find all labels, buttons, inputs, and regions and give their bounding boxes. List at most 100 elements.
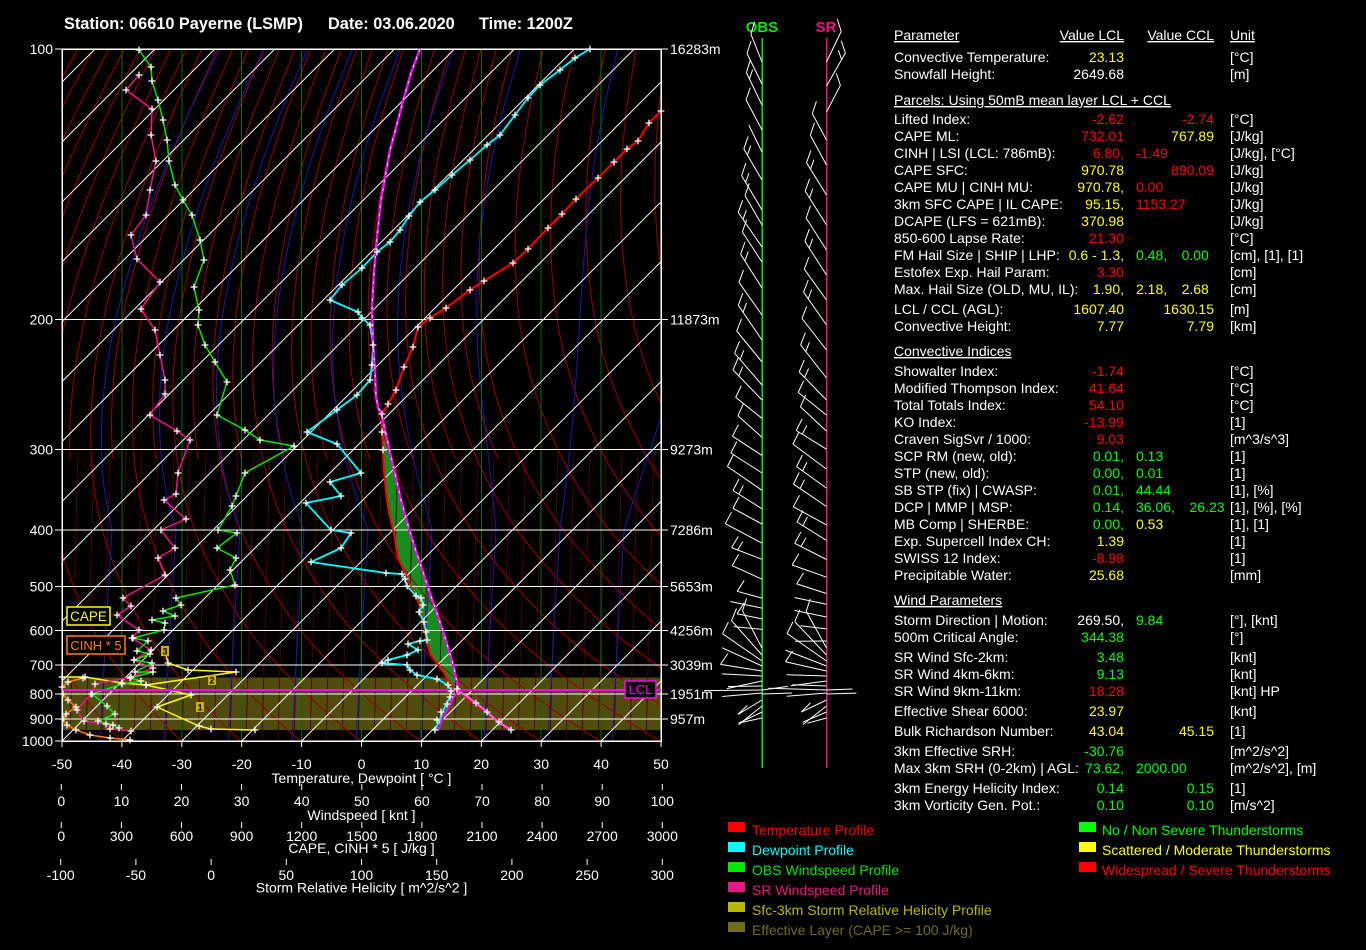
- svg-text:Modified Thompson Index:: Modified Thompson Index:: [894, 380, 1059, 396]
- svg-text:3.30: 3.30: [1097, 264, 1124, 280]
- svg-text:KO Index:: KO Index:: [894, 414, 956, 430]
- svg-text:[J/kg]: [J/kg]: [1230, 128, 1263, 144]
- svg-text:[knt]: [knt]: [1230, 703, 1256, 719]
- svg-text:Convective Temperature:: Convective Temperature:: [894, 49, 1049, 65]
- svg-text:1.90,: 1.90,: [1093, 281, 1124, 297]
- svg-text:500: 500: [30, 579, 54, 595]
- svg-text:[knt]: [knt]: [1230, 649, 1256, 665]
- svg-text:SR: SR: [816, 19, 837, 36]
- svg-text:0.6 - 1.3,: 0.6 - 1.3,: [1069, 247, 1124, 263]
- svg-text:[1]: [1]: [1230, 465, 1246, 481]
- svg-text:CAPE MU | CINH MU:: CAPE MU | CINH MU:: [894, 179, 1033, 195]
- svg-text:3039m: 3039m: [670, 657, 713, 673]
- svg-text:[°C]: [°C]: [1230, 230, 1254, 246]
- svg-text:Convective Height:: Convective Height:: [894, 318, 1012, 334]
- svg-text:Max. Hail Size (OLD, MU, IL):: Max. Hail Size (OLD, MU, IL):: [894, 281, 1078, 297]
- svg-text:0: 0: [207, 867, 215, 883]
- svg-text:Temperature, Dewpoint [ °C ]: Temperature, Dewpoint [ °C ]: [272, 770, 452, 786]
- svg-text:344.38: 344.38: [1081, 629, 1124, 645]
- svg-text:[J/kg]: [J/kg]: [1230, 196, 1263, 212]
- svg-text:SR Windspeed Profile: SR Windspeed Profile: [752, 882, 889, 898]
- svg-text:Storm Direction | Motion:: Storm Direction | Motion:: [894, 612, 1048, 628]
- svg-text:CINH | LSI (LCL: 786mB):: CINH | LSI (LCL: 786mB):: [894, 145, 1056, 161]
- svg-text:Precipitable Water:: Precipitable Water:: [894, 567, 1012, 583]
- svg-text:45.15: 45.15: [1179, 723, 1214, 739]
- svg-text:4256m: 4256m: [670, 623, 713, 639]
- svg-text:36.06,: 36.06,: [1136, 499, 1175, 515]
- svg-text:[1]: [1]: [1230, 723, 1246, 739]
- svg-text:[°C]: [°C]: [1230, 49, 1254, 65]
- svg-text:1607.40: 1607.40: [1073, 301, 1124, 317]
- svg-text:MB Comp | SHERBE:: MB Comp | SHERBE:: [894, 516, 1029, 532]
- svg-text:Scattered / Moderate Thunderst: Scattered / Moderate Thunderstorms: [1102, 842, 1331, 858]
- svg-text:Unit: Unit: [1230, 27, 1255, 43]
- svg-text:-1.74: -1.74: [1092, 363, 1124, 379]
- svg-text:[1], [%]: [1], [%]: [1230, 482, 1274, 498]
- svg-text:[J/kg]: [J/kg]: [1230, 179, 1263, 195]
- svg-text:50: 50: [653, 756, 669, 772]
- svg-text:80: 80: [534, 793, 550, 809]
- svg-text:732.01: 732.01: [1081, 128, 1124, 144]
- svg-text:-1.49: -1.49: [1136, 145, 1168, 161]
- svg-text:Effective Layer (CAPE >= 100 J: Effective Layer (CAPE >= 100 J/kg): [752, 922, 973, 938]
- svg-text:SCP RM (new, old):: SCP RM (new, old):: [894, 448, 1017, 464]
- svg-text:[J/kg]: [J/kg]: [1230, 162, 1263, 178]
- svg-text:3: 3: [162, 647, 167, 657]
- svg-text:[m]: [m]: [1230, 301, 1249, 317]
- svg-text:Craven SigSvr / 1000:: Craven SigSvr / 1000:: [894, 431, 1031, 447]
- svg-text:26.23: 26.23: [1190, 499, 1225, 515]
- svg-text:-13.99: -13.99: [1084, 414, 1124, 430]
- svg-text:900: 900: [30, 711, 54, 727]
- svg-text:400: 400: [30, 522, 54, 538]
- svg-text:3km Effective SRH:: 3km Effective SRH:: [894, 743, 1015, 759]
- svg-text:0.13: 0.13: [1136, 448, 1163, 464]
- svg-text:Dewpoint Profile: Dewpoint Profile: [752, 842, 854, 858]
- svg-text:CAPE: CAPE: [70, 609, 107, 624]
- svg-text:Parameter: Parameter: [894, 27, 960, 43]
- svg-text:44.44: 44.44: [1136, 482, 1171, 498]
- svg-text:[°C]: [°C]: [1230, 363, 1254, 379]
- svg-text:100: 100: [651, 793, 675, 809]
- svg-text:970.78,: 970.78,: [1077, 179, 1124, 195]
- svg-text:-30.76: -30.76: [1084, 743, 1124, 759]
- svg-text:6.80,: 6.80,: [1093, 145, 1124, 161]
- svg-text:DCP | MMP | MSP:: DCP | MMP | MSP:: [894, 499, 1013, 515]
- svg-text:No / Non Severe Thunderstorms: No / Non Severe Thunderstorms: [1102, 822, 1303, 838]
- svg-text:70: 70: [474, 793, 490, 809]
- svg-text:23.97: 23.97: [1089, 703, 1124, 719]
- svg-text:20: 20: [174, 793, 190, 809]
- svg-text:957m: 957m: [670, 711, 705, 727]
- svg-text:1.39: 1.39: [1097, 533, 1124, 549]
- svg-text:-100: -100: [47, 867, 75, 883]
- svg-text:[°C]: [°C]: [1230, 380, 1254, 396]
- svg-text:100: 100: [30, 41, 54, 57]
- svg-text:7.79: 7.79: [1187, 318, 1214, 334]
- svg-text:800: 800: [30, 686, 54, 702]
- svg-text:Station: 06610 Payerne (LSMP): Station: 06610 Payerne (LSMP): [64, 15, 303, 33]
- svg-text:16283m: 16283m: [670, 41, 721, 57]
- svg-text:0.00,: 0.00,: [1093, 516, 1124, 532]
- svg-text:0: 0: [57, 828, 65, 844]
- svg-text:Parcels: Using 50mB mean layer: Parcels: Using 50mB mean layer LCL + CCL: [894, 92, 1171, 108]
- svg-text:[1]: [1]: [1230, 780, 1246, 796]
- svg-text:Date: 03.06.2020: Date: 03.06.2020: [328, 15, 455, 33]
- svg-text:SR Wind 9km-11km:: SR Wind 9km-11km:: [894, 683, 1021, 699]
- svg-text:43.04: 43.04: [1089, 723, 1124, 739]
- svg-text:CINH * 5: CINH * 5: [70, 638, 121, 653]
- svg-text:600: 600: [170, 828, 194, 844]
- svg-text:[1]: [1]: [1230, 533, 1246, 549]
- svg-text:-40: -40: [112, 756, 132, 772]
- svg-text:FM Hail Size | SHIP | LHP:: FM Hail Size | SHIP | LHP:: [894, 247, 1060, 263]
- svg-text:500m Critical Angle:: 500m Critical Angle:: [894, 629, 1019, 645]
- svg-text:5653m: 5653m: [670, 579, 713, 595]
- svg-text:7286m: 7286m: [670, 522, 713, 538]
- svg-text:Exp. Supercell Index CH:: Exp. Supercell Index CH:: [894, 533, 1050, 549]
- svg-text:[m]: [m]: [1230, 66, 1249, 82]
- svg-text:9.03: 9.03: [1097, 431, 1124, 447]
- svg-text:0.01,: 0.01,: [1093, 482, 1124, 498]
- svg-text:[m/s^2]: [m/s^2]: [1230, 797, 1275, 813]
- svg-text:600: 600: [30, 623, 54, 639]
- svg-text:Value LCL: Value LCL: [1060, 27, 1125, 43]
- svg-text:[knt]: [knt]: [1230, 666, 1256, 682]
- svg-text:1951m: 1951m: [670, 686, 713, 702]
